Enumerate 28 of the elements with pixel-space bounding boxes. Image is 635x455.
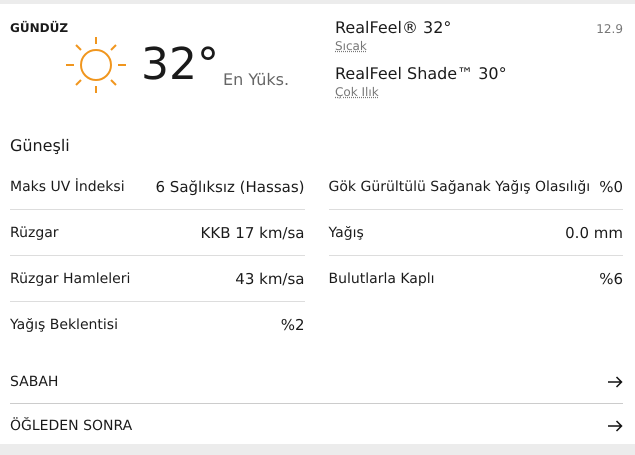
sun-icon [65, 35, 127, 95]
detail-label: Bulutlarla Kaplı [328, 271, 435, 287]
period-title: GÜNDÜZ [10, 21, 70, 35]
realfeel-shade-phrase[interactable]: Çok Ilık [335, 84, 379, 100]
realfeel-value: RealFeel® 32° [335, 18, 452, 38]
detail-label: Rüzgar [10, 224, 59, 240]
detail-label: Yağış Beklentisi [10, 317, 118, 333]
detail-value: %2 [280, 316, 304, 334]
detail-value: KKB 17 km/sa [200, 224, 304, 242]
realfeel-phrase[interactable]: Sıcak [335, 38, 367, 54]
period-link[interactable]: SABAH [10, 374, 58, 390]
period-link[interactable]: ÖĞLEDEN SONRA [10, 418, 132, 434]
detail-label: Gök Gürültülü Sağanak Yağış Olasılığı [328, 178, 590, 194]
realfeel-shade-value: RealFeel Shade™ 30° [335, 64, 507, 84]
arrow-icon[interactable] [608, 420, 623, 432]
condition-text: Güneşli [10, 136, 71, 157]
date: 12.9 [596, 22, 623, 36]
detail-label: Yağış [328, 224, 364, 240]
detail-label: Rüzgar Hamleleri [10, 270, 130, 286]
arrow-icon[interactable] [608, 376, 623, 388]
detail-value: 0.0 mm [565, 224, 623, 242]
detail-value: %6 [599, 270, 623, 288]
detail-value: 6 Sağlıksız (Hassas) [155, 178, 304, 196]
detail-value: %0 [599, 178, 623, 196]
temperature: 32° [141, 40, 219, 90]
temperature-caption: En Yüks. [223, 70, 290, 89]
detail-label: Maks UV İndeksi [10, 178, 125, 194]
detail-value: 43 km/sa [235, 270, 304, 288]
